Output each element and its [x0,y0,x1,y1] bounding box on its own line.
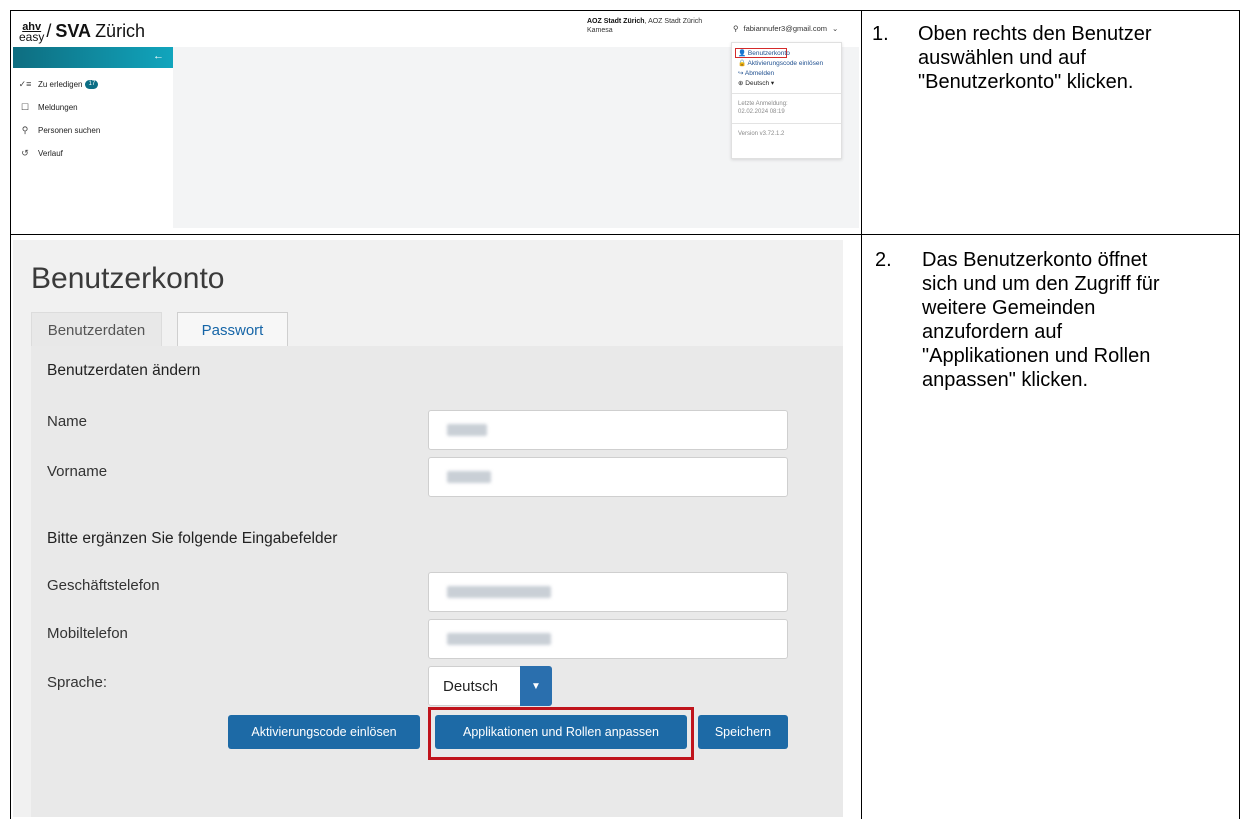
redacted-value [447,471,491,483]
step-1-text: Oben rechts den Benutzer auswählen und a… [918,23,1152,93]
history-icon: ↺ [21,147,29,158]
vorname-field[interactable] [428,457,788,497]
sidebar-item-label: Zu erledigen [38,79,83,89]
user-dropdown-menu: 👤 Benutzerkonto 🔒 Aktivierungscode einlö… [731,42,842,159]
caret-down-icon[interactable]: ▼ [520,666,552,706]
user-icon: ⚲ [733,24,739,33]
step-1-number: 1. [872,23,889,45]
sidebar-item-label: Meldungen [38,102,78,112]
message-icon: ☐ [20,101,30,112]
ahv-easy-logo: ahv easy [19,21,45,44]
step-2-number: 2. [875,249,892,271]
tab-benutzerdaten[interactable]: Benutzerdaten [31,312,162,347]
highlight-box [428,707,694,760]
brand-city: Zürich [95,21,146,41]
menu-item-aktivierungscode[interactable]: 🔒 Aktivierungscode einlösen [738,59,823,67]
organisation-info: AOZ Stadt Zürich, AOZ Stadt Zürich Kames… [587,18,703,34]
geschaeftstelefon-label: Geschäftstelefon [47,577,160,594]
app-logo[interactable]: ahv easy / SVA Zürich [19,18,146,44]
section-heading: Bitte ergänzen Sie folgende Eingabefelde… [47,530,338,547]
table-border-middle [10,234,1240,235]
table-border-right [1239,10,1240,819]
globe-icon: ⊕ [738,80,744,87]
sidebar-item-personen-suchen[interactable]: ⚲ Personen suchen [13,119,173,141]
user-menu-toggle[interactable]: ⚲ fabiannufer3@gmail.com ⌄ [733,24,838,33]
person-icon: ⚲ [21,124,29,135]
screenshot-benutzerkonto: Benutzerkonto Benutzerdaten Passwort Ben… [13,240,843,817]
sidebar-item-label: Verlauf [38,148,63,158]
tab-passwort[interactable]: Passwort [177,312,288,347]
sidebar-item-label: Personen suchen [38,125,101,135]
activation-code-button[interactable]: Aktivierungscode einlösen [228,715,420,749]
sprache-label: Sprache: [47,674,108,691]
menu-item-benutzerkonto[interactable]: 👤 Benutzerkonto [738,49,790,57]
mobiltelefon-label: Mobiltelefon [47,625,128,642]
checklist-icon: ✓≡ [18,78,32,89]
language-select[interactable]: Deutsch ▼ [428,666,552,706]
lock-icon: 🔒 [738,60,747,67]
table-border-center [861,10,862,819]
table-border-top [10,10,1240,11]
user-icon: 👤 [738,50,747,57]
redacted-value [447,424,487,436]
sidebar: ← ✓≡ Zu erledigen 17 ☐ Meldungen ⚲ Perso… [13,47,173,228]
name-field[interactable] [428,410,788,450]
vorname-label: Vorname [47,463,108,480]
save-button[interactable]: Speichern [698,715,788,749]
sidebar-item-meldungen[interactable]: ☐ Meldungen [13,96,173,118]
mobiltelefon-field[interactable] [428,619,788,659]
redacted-value [447,633,551,645]
name-label: Name [47,413,88,430]
user-email: fabiannufer3@gmail.com [743,24,828,33]
table-border-left [10,10,11,819]
brand-name: SVA [55,21,92,41]
last-login: Letzte Anmeldung: 02.02.2024 08:19 [738,101,788,115]
version-label: Version v3.72.1.2 [738,131,785,137]
chevron-down-icon: ⌄ [832,24,839,33]
page-title: Benutzerkonto [31,262,225,295]
divider [732,123,841,124]
count-badge: 17 [85,79,99,89]
screenshot-app-overview: ahv easy / SVA Zürich AOZ Stadt Zürich, … [13,13,859,228]
menu-item-language[interactable]: ⊕ Deutsch ▾ [738,79,774,87]
sidebar-item-zu-erledigen[interactable]: ✓≡ Zu erledigen 17 [13,73,173,95]
step-2-text: Das Benutzerkonto öffnet sich und um den… [922,249,1160,391]
divider [732,93,841,94]
redacted-value [447,586,551,598]
sidebar-item-verlauf[interactable]: ↺ Verlauf [13,142,173,164]
collapse-arrow-icon[interactable]: ← [153,50,164,62]
logout-icon: ↪ [738,70,744,77]
section-heading: Benutzerdaten ändern [47,362,201,379]
language-select-value: Deutsch [443,677,499,695]
sidebar-header: ← [13,47,173,68]
menu-item-abmelden[interactable]: ↪ Abmelden [738,69,774,77]
geschaeftstelefon-field[interactable] [428,572,788,612]
